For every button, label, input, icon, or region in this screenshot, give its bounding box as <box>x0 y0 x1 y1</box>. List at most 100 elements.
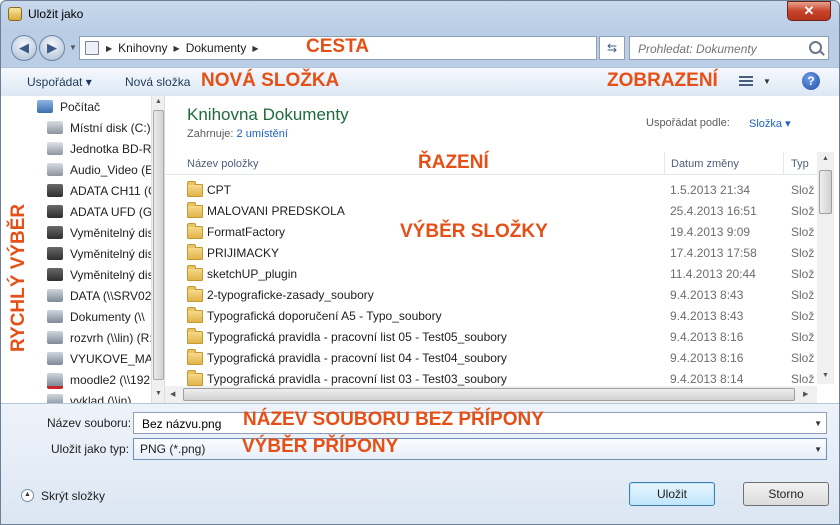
help-button[interactable]: ? <box>802 72 820 90</box>
folder-icon <box>187 202 203 218</box>
file-name: Typografická doporučení A5 - Typo_soubor… <box>207 309 442 323</box>
sidebar-item[interactable]: Vyměnitelný disk <box>47 224 157 244</box>
folder-icon <box>187 265 203 281</box>
sidebar-item[interactable]: Vyměnitelný disk <box>47 245 157 265</box>
file-name: Typografická pravidla - pracovní list 05… <box>207 330 507 344</box>
recent-locations-dropdown[interactable]: ▼ <box>69 43 77 52</box>
file-name: sketchUP_plugin <box>207 267 298 281</box>
file-date: 9.4.2013 8:43 <box>670 288 744 302</box>
breadcrumb-arrow-icon[interactable]: ▶ <box>106 44 112 53</box>
sidebar-item[interactable]: ADATA CH11 (G:) <box>47 182 157 202</box>
breadcrumb-libraries[interactable]: Knihovny <box>118 41 167 55</box>
sidebar-item[interactable]: ADATA UFD (G:) <box>47 203 157 223</box>
includes-locations-link[interactable]: 2 umístění <box>237 128 288 140</box>
refresh-icon: ⇆ <box>606 41 618 55</box>
scroll-up-icon[interactable]: ▲ <box>822 155 829 162</box>
file-row[interactable]: MALOVANI PREDSKOLA 25.4.2013 16:51 Složk <box>165 201 815 222</box>
file-row[interactable]: Typografická pravidla - pracovní list 03… <box>165 369 815 386</box>
sidebar-item-label: Dokumenty (\\ <box>70 310 145 324</box>
organize-button[interactable]: Uspořádat ▾ <box>27 75 92 89</box>
arrange-by-dropdown[interactable]: Složka ▾ <box>749 117 791 130</box>
file-list-scroll-thumb[interactable] <box>819 170 832 214</box>
forward-button[interactable]: ▶ <box>39 35 65 61</box>
breadcrumb-documents[interactable]: Dokumenty <box>186 41 247 55</box>
views-icon[interactable] <box>739 76 753 88</box>
network-drive-icon <box>47 394 63 403</box>
folder-icon <box>187 349 203 365</box>
sidebar-item-label: Jednotka BD-RE <box>70 142 157 156</box>
sidebar-item[interactable]: Vyměnitelný disk <box>47 266 157 286</box>
sidebar-item[interactable]: Místní disk (C:) <box>47 119 157 139</box>
cancel-button[interactable]: Storno <box>743 482 829 506</box>
file-type: Složk <box>791 246 815 260</box>
sidebar-item[interactable]: Audio_Video (E:) <box>47 161 157 181</box>
scroll-up-icon[interactable]: ▲ <box>155 98 162 105</box>
file-row[interactable]: Typografická doporučení A5 - Typo_soubor… <box>165 306 815 327</box>
sidebar-item[interactable]: Jednotka BD-RE <box>47 140 157 160</box>
search-box[interactable] <box>629 36 829 60</box>
chevron-down-icon[interactable]: ▼ <box>814 445 822 454</box>
scroll-down-icon[interactable]: ▼ <box>155 390 162 397</box>
file-row[interactable]: sketchUP_plugin 11.4.2013 20:44 Složk <box>165 264 815 285</box>
file-row[interactable]: CPT 1.5.2013 21:34 Složk <box>165 180 815 201</box>
file-type: Složk <box>791 351 815 365</box>
folder-icon <box>187 370 203 386</box>
file-list: CPT 1.5.2013 21:34 Složk MALOVANI PREDSKOLA… <box>165 180 815 386</box>
file-row[interactable]: PRIJIMACKY 17.4.2013 17:58 Složk <box>165 243 815 264</box>
column-name-header[interactable]: Název položky <box>187 158 259 170</box>
close-button[interactable]: ✕ <box>787 1 831 21</box>
file-list-scrollbar[interactable]: ▲ ▼ <box>817 152 834 384</box>
scroll-down-icon[interactable]: ▼ <box>822 372 829 379</box>
save-button[interactable]: Uložit <box>629 482 715 506</box>
views-dropdown-icon[interactable]: ▼ <box>763 77 771 86</box>
folder-icon <box>187 328 203 344</box>
sidebar-item-label: Audio_Video (E:) <box>70 163 157 177</box>
file-row[interactable]: Typografická pravidla - pracovní list 04… <box>165 348 815 369</box>
column-date-header[interactable]: Datum změny <box>671 158 739 170</box>
sidebar-item[interactable]: DATA (\\SRV02) <box>47 287 157 307</box>
includes-label: Zahrnuje: <box>187 128 234 140</box>
sidebar-item[interactable]: moodle2 (\\192 <box>47 371 157 391</box>
file-row[interactable]: Typografická pravidla - pracovní list 05… <box>165 327 815 348</box>
drive-icon <box>47 121 63 134</box>
file-name: Typografická pravidla - pracovní list 03… <box>207 372 507 386</box>
sidebar-item[interactable]: Počítač <box>37 98 147 118</box>
breadcrumb-arrow-icon[interactable]: ▶ <box>252 44 258 53</box>
folder-icon <box>187 286 203 302</box>
title-bar[interactable]: Uložit jako ✕ <box>1 1 839 29</box>
chevron-down-icon[interactable]: ▼ <box>814 419 822 428</box>
removable-drive-icon <box>47 226 63 239</box>
breadcrumb-arrow-icon[interactable]: ▶ <box>174 44 180 53</box>
column-divider[interactable] <box>783 152 784 174</box>
column-divider[interactable] <box>664 152 665 174</box>
file-date: 9.4.2013 8:43 <box>670 309 744 323</box>
sidebar-item[interactable]: vyklad (\\in) <box>47 392 157 403</box>
sidebar-item[interactable]: VYUKOVE_MAT <box>47 350 157 370</box>
sidebar-item-label: DATA (\\SRV02) <box>70 289 156 303</box>
save-type-select[interactable]: PNG (*.png) ▼ <box>133 438 827 460</box>
new-folder-button[interactable]: Nová složka <box>125 75 190 89</box>
sidebar-scroll-thumb[interactable] <box>153 110 164 380</box>
scroll-left-icon[interactable]: ◀ <box>170 390 175 398</box>
sidebar-item[interactable]: Dokumenty (\\ <box>47 308 157 328</box>
back-button[interactable]: ◀ <box>11 35 37 61</box>
file-type: Složk <box>791 288 815 302</box>
file-name: CPT <box>207 183 231 197</box>
sidebar-item[interactable]: rozvrh (\\lin) (R:) <box>47 329 157 349</box>
library-title: Knihovna Dokumenty <box>187 105 349 124</box>
file-row[interactable]: 2-typograficke-zasady_soubory 9.4.2013 8:… <box>165 285 815 306</box>
file-list-hscroll-thumb[interactable] <box>183 388 795 401</box>
back-arrow-icon: ◀ <box>19 40 29 55</box>
scroll-right-icon[interactable]: ▶ <box>803 390 808 398</box>
file-list-hscrollbar[interactable]: ◀ ▶ <box>165 386 817 403</box>
sidebar-scrollbar[interactable]: ▲ ▼ <box>151 96 164 403</box>
folder-icon <box>187 181 203 197</box>
refresh-button[interactable]: ⇆ <box>599 36 625 60</box>
file-date: 9.4.2013 8:16 <box>670 351 744 365</box>
network-drive-icon <box>47 331 63 344</box>
search-input[interactable] <box>636 41 810 57</box>
column-type-header[interactable]: Typ <box>791 158 809 170</box>
annotation-extension: VÝBĚR PŘÍPONY <box>242 436 399 457</box>
file-name: PRIJIMACKY <box>207 246 280 260</box>
file-date: 1.5.2013 21:34 <box>670 183 751 197</box>
